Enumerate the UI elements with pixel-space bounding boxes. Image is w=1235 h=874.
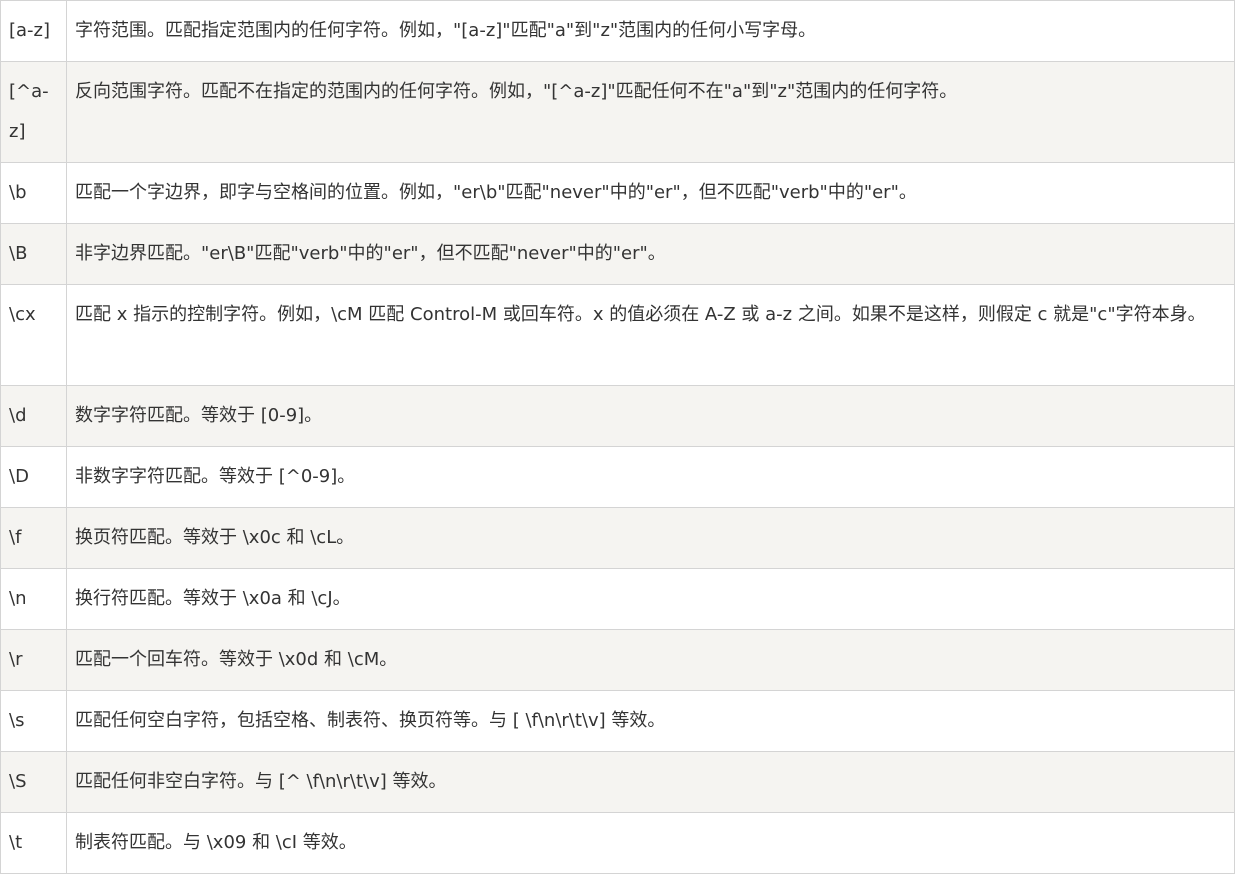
table-row: \n 换行符匹配。等效于 \x0a 和 \cJ。 — [0, 568, 1235, 630]
pattern-cell: [^a-z] — [0, 61, 67, 163]
pattern-text: \b — [9, 182, 27, 203]
table-row: \r 匹配一个回车符。等效于 \x0d 和 \cM。 — [0, 629, 1235, 691]
pattern-cell: \B — [0, 223, 67, 285]
pattern-text: \cx — [9, 304, 36, 325]
description-cell: 数字字符匹配。等效于 [0-9]。 — [66, 385, 1235, 447]
description-cell: 匹配 x 指示的控制字符。例如，\cM 匹配 Control-M 或回车符。x … — [66, 284, 1235, 386]
description-cell: 匹配任何空白字符，包括空格、制表符、换页符等。与 [ \f\n\r\t\v] 等… — [66, 690, 1235, 752]
table-row: \D 非数字字符匹配。等效于 [^0-9]。 — [0, 446, 1235, 508]
pattern-cell: \cx — [0, 284, 67, 386]
pattern-text: \d — [9, 405, 27, 426]
description-cell: 匹配一个字边界，即字与空格间的位置。例如，"er\b"匹配"never"中的"e… — [66, 162, 1235, 224]
pattern-cell: \s — [0, 690, 67, 752]
description-text: 换页符匹配。等效于 \x0c 和 \cL。 — [75, 527, 355, 548]
description-cell: 反向范围字符。匹配不在指定的范围内的任何字符。例如，"[^a-z]"匹配任何不在… — [66, 61, 1235, 163]
description-cell: 换行符匹配。等效于 \x0a 和 \cJ。 — [66, 568, 1235, 630]
pattern-cell: \r — [0, 629, 67, 691]
description-text: 匹配一个字边界，即字与空格间的位置。例如，"er\b"匹配"never"中的"e… — [75, 182, 917, 203]
pattern-text: [^a-z] — [9, 81, 49, 142]
table-row: [^a-z] 反向范围字符。匹配不在指定的范围内的任何字符。例如，"[^a-z]… — [0, 61, 1235, 163]
regex-reference-table: [a-z] 字符范围。匹配指定范围内的任何字符。例如，"[a-z]"匹配"a"到… — [0, 0, 1235, 874]
pattern-cell: \S — [0, 751, 67, 813]
description-text: 字符范围。匹配指定范围内的任何字符。例如，"[a-z]"匹配"a"到"z"范围内… — [75, 20, 817, 41]
description-text: 匹配任何非空白字符。与 [^ \f\n\r\t\v] 等效。 — [75, 771, 447, 792]
table-row: \s 匹配任何空白字符，包括空格、制表符、换页符等。与 [ \f\n\r\t\v… — [0, 690, 1235, 752]
pattern-text: \n — [9, 588, 27, 609]
pattern-text: \s — [9, 710, 25, 731]
table-row: \b 匹配一个字边界，即字与空格间的位置。例如，"er\b"匹配"never"中… — [0, 162, 1235, 224]
description-text: 非数字字符匹配。等效于 [^0-9]。 — [75, 466, 356, 487]
pattern-text: \B — [9, 243, 28, 264]
pattern-text: \S — [9, 771, 27, 792]
description-text: 匹配一个回车符。等效于 \x0d 和 \cM。 — [75, 649, 398, 670]
table-row: [a-z] 字符范围。匹配指定范围内的任何字符。例如，"[a-z]"匹配"a"到… — [0, 0, 1235, 62]
description-text: 制表符匹配。与 \x09 和 \cI 等效。 — [75, 832, 357, 853]
description-cell: 非字边界匹配。"er\B"匹配"verb"中的"er"，但不匹配"never"中… — [66, 223, 1235, 285]
pattern-cell: \n — [0, 568, 67, 630]
pattern-text: [a-z] — [9, 20, 51, 41]
pattern-cell: [a-z] — [0, 0, 67, 62]
table-row: \cx 匹配 x 指示的控制字符。例如，\cM 匹配 Control-M 或回车… — [0, 284, 1235, 386]
pattern-cell: \f — [0, 507, 67, 569]
pattern-text: \D — [9, 466, 29, 487]
table-row: \t 制表符匹配。与 \x09 和 \cI 等效。 — [0, 812, 1235, 874]
pattern-cell: \d — [0, 385, 67, 447]
description-cell: 匹配任何非空白字符。与 [^ \f\n\r\t\v] 等效。 — [66, 751, 1235, 813]
pattern-text: \t — [9, 832, 23, 853]
description-text: 换行符匹配。等效于 \x0a 和 \cJ。 — [75, 588, 351, 609]
description-text: 非字边界匹配。"er\B"匹配"verb"中的"er"，但不匹配"never"中… — [75, 243, 666, 264]
pattern-cell: \t — [0, 812, 67, 874]
pattern-text: \r — [9, 649, 23, 670]
description-text: 数字字符匹配。等效于 [0-9]。 — [75, 405, 323, 426]
description-text: 匹配 x 指示的控制字符。例如，\cM 匹配 Control-M 或回车符。x … — [75, 304, 1206, 325]
description-cell: 字符范围。匹配指定范围内的任何字符。例如，"[a-z]"匹配"a"到"z"范围内… — [66, 0, 1235, 62]
pattern-text: \f — [9, 527, 22, 548]
description-text: 反向范围字符。匹配不在指定的范围内的任何字符。例如，"[^a-z]"匹配任何不在… — [75, 81, 958, 102]
table-row: \B 非字边界匹配。"er\B"匹配"verb"中的"er"，但不匹配"neve… — [0, 223, 1235, 285]
table-row: \S 匹配任何非空白字符。与 [^ \f\n\r\t\v] 等效。 — [0, 751, 1235, 813]
description-cell: 制表符匹配。与 \x09 和 \cI 等效。 — [66, 812, 1235, 874]
description-text: 匹配任何空白字符，包括空格、制表符、换页符等。与 [ \f\n\r\t\v] 等… — [75, 710, 666, 731]
description-cell: 匹配一个回车符。等效于 \x0d 和 \cM。 — [66, 629, 1235, 691]
description-cell: 非数字字符匹配。等效于 [^0-9]。 — [66, 446, 1235, 508]
pattern-cell: \D — [0, 446, 67, 508]
description-cell: 换页符匹配。等效于 \x0c 和 \cL。 — [66, 507, 1235, 569]
table-row: \f 换页符匹配。等效于 \x0c 和 \cL。 — [0, 507, 1235, 569]
pattern-cell: \b — [0, 162, 67, 224]
table-row: \d 数字字符匹配。等效于 [0-9]。 — [0, 385, 1235, 447]
